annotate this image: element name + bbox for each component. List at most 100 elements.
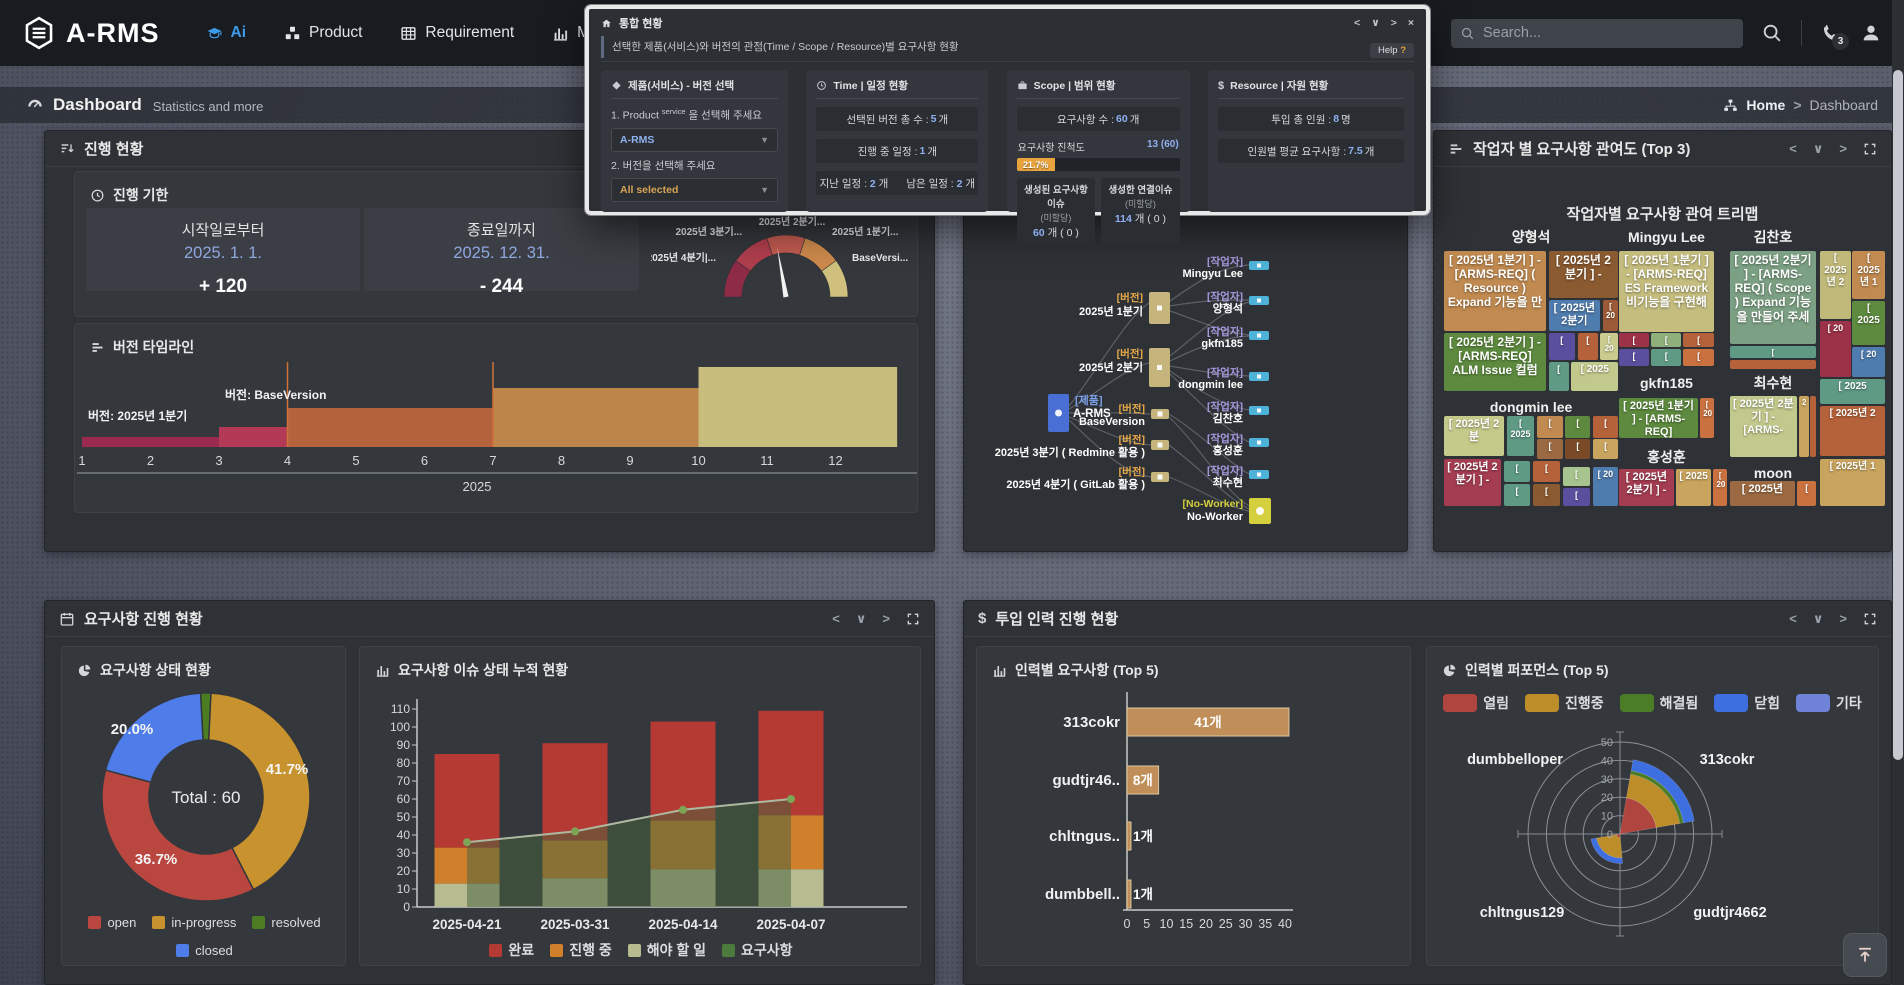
app-logo[interactable]: A-RMS [22, 16, 160, 50]
panel-next-button[interactable]: > [1839, 612, 1847, 625]
treemap-cell[interactable]: [ [1563, 467, 1591, 486]
issue-stack-chart[interactable]: 01020304050607080901001102025-04-212025-… [360, 647, 922, 967]
modal-header[interactable]: 통합 현황 < ∨ > × [589, 9, 1426, 34]
treemap-cell[interactable]: [ 2025년 2분 [1444, 416, 1504, 456]
help-button[interactable]: Help ? [1370, 43, 1414, 58]
treemap-cell[interactable]: [ 2025년 1 [1820, 459, 1885, 506]
treemap-cell[interactable] [1730, 360, 1816, 368]
treemap-cell[interactable]: [ 2025 [1507, 416, 1535, 456]
people-requirements-chart[interactable]: 0510152025303540313cokr41개gudtjr46..8개ch… [977, 647, 1412, 967]
panel-expand-icon[interactable] [1863, 142, 1877, 156]
treemap-cell[interactable]: [ [1537, 439, 1563, 459]
treemap-cell[interactable]: [ 20 [1852, 347, 1885, 377]
treemap-cell[interactable]: [ 2025년 2분기 ] - [1549, 251, 1619, 298]
treemap-cell[interactable]: [ [1549, 333, 1575, 360]
treemap-cell[interactable]: [ [1578, 333, 1598, 360]
treemap-cell[interactable]: [ 2025년 1분기 ] - [ARMS-REQ] [1619, 398, 1698, 438]
panel-expand-icon[interactable] [906, 612, 920, 626]
legend-item[interactable]: in-progress [152, 915, 236, 930]
treemap-cell[interactable]: [ [1683, 349, 1713, 366]
legend-item[interactable]: 해야 할 일 [628, 940, 706, 960]
notifications-button[interactable]: 3 [1820, 22, 1842, 44]
panel-expand-icon[interactable] [1863, 612, 1877, 626]
treemap-cell[interactable]: [ [1619, 333, 1649, 347]
modal-collapse-button[interactable]: ∨ [1371, 18, 1380, 29]
legend-item[interactable]: 진행 중 [550, 940, 612, 960]
treemap-cell[interactable]: [ 2025 [1571, 362, 1618, 391]
legend-item[interactable]: 완료 [489, 940, 534, 960]
treemap-cell[interactable]: [ 2025 [1676, 469, 1711, 506]
nav-item-ai[interactable]: Ai [206, 24, 247, 42]
treemap-cell[interactable]: [ [1533, 461, 1560, 481]
legend-item[interactable]: closed [176, 943, 233, 958]
performance-polar-chart[interactable]: 01020304050dumbbelloper313cokrchltngus12… [1427, 647, 1880, 967]
treemap-cell[interactable]: [ [1549, 362, 1569, 391]
treemap-cell[interactable]: [ 20 [1603, 300, 1618, 331]
nav-item-product[interactable]: Product [284, 24, 362, 42]
search-box[interactable] [1451, 19, 1743, 48]
treemap-cell[interactable]: [ 20 [1700, 398, 1714, 438]
panel-prev-button[interactable]: < [1789, 612, 1797, 625]
treemap-cell[interactable]: [ [1533, 484, 1560, 506]
legend-item[interactable]: open [88, 915, 136, 930]
treemap-cell[interactable]: [ 2025년 2분기 ] - [1444, 459, 1501, 506]
treemap-cell[interactable]: [ 2025년 1 [1852, 251, 1885, 299]
treemap-cell[interactable]: [ [1537, 416, 1563, 438]
treemap-cell[interactable]: [ 2025 [1852, 301, 1885, 345]
treemap-cell[interactable] [1810, 396, 1816, 457]
user-icon[interactable] [1860, 22, 1882, 44]
scrollbar-thumb[interactable] [1893, 70, 1903, 760]
panel-collapse-button[interactable]: ∨ [1813, 142, 1824, 155]
treemap-cell[interactable]: [ [1593, 439, 1618, 459]
legend-item[interactable]: 요구사항 [722, 940, 793, 960]
treemap-cell[interactable]: [ [1504, 461, 1531, 481]
modal-next-button[interactable]: > [1391, 18, 1397, 29]
treemap-cell[interactable]: [ 20 [1600, 333, 1618, 360]
treemap-cell[interactable]: [ 2025년 2분기 ] - [ARMS-REQ] ALM Issue 컬럼 [1444, 333, 1546, 391]
treemap-cell[interactable]: [ [1593, 416, 1618, 438]
panel-next-button[interactable]: > [1839, 142, 1847, 155]
treemap-cell[interactable]: 2 [1799, 396, 1809, 457]
treemap-cell[interactable]: [ [1797, 481, 1816, 506]
treemap-cell[interactable]: [ 2025년 1분기 ] - [ARMS-REQ] ES Framework … [1619, 251, 1714, 332]
version-gauge-chart[interactable]: 2025년 4분기|...2025년 3분기...2025년 2분기...202… [651, 209, 921, 301]
treemap-cell[interactable]: [ 2025년 2 [1820, 406, 1885, 456]
search-button-icon[interactable] [1761, 22, 1783, 44]
treemap-cell[interactable]: [ [1651, 333, 1681, 347]
treemap-cell[interactable]: [ 2025년 [1730, 481, 1795, 506]
search-input[interactable] [1451, 19, 1743, 48]
nav-item-requirement[interactable]: Requirement [400, 24, 514, 42]
treemap-cell[interactable]: [ 2025년 2분기 [1549, 300, 1601, 331]
treemap-cell[interactable]: [ [1683, 333, 1713, 347]
treemap-cell[interactable]: [ [1730, 346, 1816, 358]
treemap-cell[interactable]: [ [1563, 488, 1591, 506]
scroll-to-top-button[interactable] [1843, 933, 1887, 977]
treemap-cell[interactable]: [ 2025 [1820, 379, 1885, 404]
panel-next-button[interactable]: > [882, 612, 890, 625]
treemap-cell[interactable]: [ 2025년 2분기 ] - [ARMS-REQ] ( Scope ) Exp… [1730, 251, 1816, 344]
panel-prev-button[interactable]: < [832, 612, 840, 625]
treemap-cell[interactable]: [ [1565, 439, 1590, 459]
treemap-cell[interactable]: [ 20 [1820, 321, 1850, 377]
treemap-cell[interactable]: [ 20 [1593, 467, 1619, 506]
treemap-cell[interactable]: [ 2025년 2분기 ] - [1619, 469, 1674, 506]
treemap-cell[interactable]: [ 2025년 1분기 ] - [ARMS-REQ] ( Resource ) … [1444, 251, 1546, 331]
treemap-cell[interactable]: [ [1619, 349, 1649, 366]
panel-collapse-button[interactable]: ∨ [1813, 612, 1824, 625]
treemap-cell[interactable]: [ 2025년 2분기 ] - [ARMS- [1730, 396, 1797, 457]
modal-close-button[interactable]: × [1408, 18, 1414, 29]
version-select[interactable]: All selected ▼ [611, 178, 778, 202]
treemap-cell[interactable]: [ 2025년 2 [1820, 251, 1850, 319]
treemap-cell[interactable]: [ 20 [1713, 469, 1727, 506]
panel-collapse-button[interactable]: ∨ [856, 612, 867, 625]
modal-prev-button[interactable]: < [1354, 18, 1360, 29]
breadcrumb-home[interactable]: Home [1746, 97, 1785, 113]
treemap-cell[interactable]: [ [1565, 416, 1590, 438]
requirement-status-donut[interactable]: 41.7%36.7%20.0%Total : 60openin-progress… [62, 647, 347, 967]
panel-prev-button[interactable]: < [1789, 142, 1797, 155]
worker-involvement-treemap[interactable]: 양형석Mingyu Lee김찬호dongmin leegkfn185최수현홍성훈… [1444, 226, 1885, 506]
legend-item[interactable]: resolved [252, 915, 320, 930]
treemap-cell[interactable]: [ [1651, 349, 1681, 366]
product-select[interactable]: A-RMS ▼ [611, 128, 778, 152]
version-timeline-chart[interactable]: 버전: 2025년 1분기버전: BaseVersion123456789101… [77, 352, 917, 507]
